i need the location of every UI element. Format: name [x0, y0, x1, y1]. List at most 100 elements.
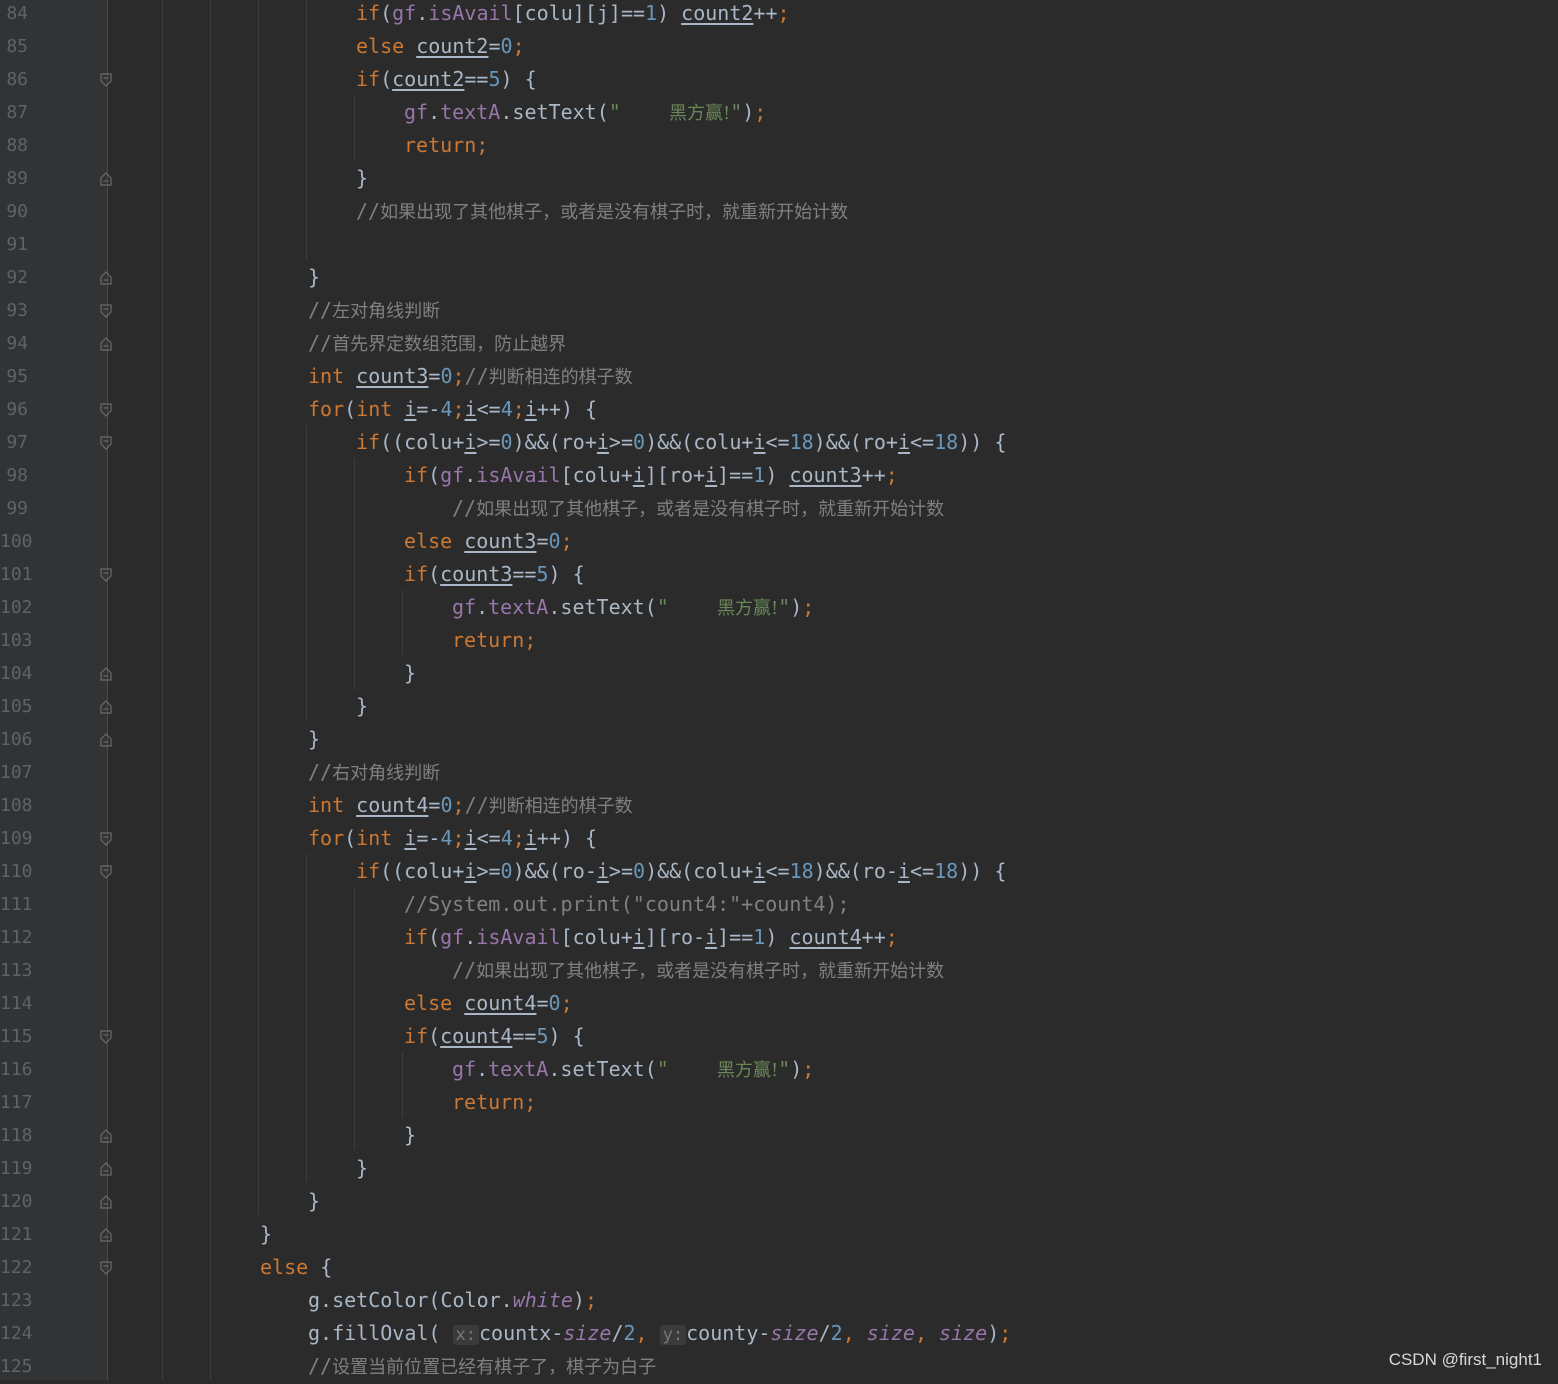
code-line[interactable]: int count4=0;//判断相连的棋子数: [308, 789, 633, 822]
code-token: ;: [802, 1057, 815, 1081]
code-token: ): [765, 925, 790, 949]
code-token: i: [897, 859, 911, 883]
code-token: for: [308, 397, 345, 421]
code-token: i: [897, 430, 911, 454]
code-line[interactable]: }: [356, 162, 368, 195]
line-number: 114: [0, 993, 33, 1014]
line-number: 95: [6, 366, 28, 387]
code-line[interactable]: }: [260, 1218, 272, 1251]
code-line[interactable]: gf.textA.setText(" 黑方赢!");: [452, 1053, 814, 1086]
line-number: 94: [6, 333, 28, 354]
code-token: if: [404, 925, 429, 949]
code-line[interactable]: else count3=0;: [404, 525, 573, 558]
code-line[interactable]: //如果出现了其他棋子，或者是没有棋子时，就重新开始计数: [452, 954, 944, 987]
code-token: 5: [536, 562, 549, 586]
indent-guide-line: [258, 0, 259, 1215]
code-token: ): [572, 1288, 585, 1312]
code-token: ): [790, 1057, 803, 1081]
code-line[interactable]: g.setColor(Color.white);: [308, 1284, 597, 1317]
code-token: =: [428, 364, 441, 388]
fold-close-icon[interactable]: [100, 337, 112, 351]
code-line[interactable]: }: [404, 657, 416, 690]
code-line[interactable]: //如果出现了其他棋子，或者是没有棋子时，就重新开始计数: [452, 492, 944, 525]
code-token: ): [790, 595, 803, 619]
code-line[interactable]: //如果出现了其他棋子，或者是没有棋子时，就重新开始计数: [356, 195, 848, 228]
code-line[interactable]: //System.out.print("count4:"+count4);: [404, 888, 850, 921]
line-number: 104: [0, 663, 33, 684]
code-line[interactable]: return;: [452, 1086, 536, 1119]
code-line[interactable]: if(count2==5) {: [356, 63, 537, 96]
code-line[interactable]: }: [308, 723, 320, 756]
code-line[interactable]: int count3=0;//判断相连的棋子数: [308, 360, 633, 393]
fold-close-icon[interactable]: [100, 172, 112, 186]
code-line[interactable]: if((colu+i>=0)&&(ro+i>=0)&&(colu+i<=18)&…: [356, 426, 1006, 459]
fold-close-icon[interactable]: [100, 1162, 112, 1176]
fold-close-icon[interactable]: [100, 700, 112, 714]
code-line[interactable]: for(int i=-4;i<=4;i++) {: [308, 393, 597, 426]
code-token: 0: [500, 430, 513, 454]
fold-open-icon[interactable]: [100, 304, 112, 318]
fold-close-icon[interactable]: [100, 271, 112, 285]
code-token: count2: [392, 67, 465, 91]
fold-close-icon[interactable]: [100, 667, 112, 681]
code-token: }: [356, 1156, 369, 1180]
code-line[interactable]: if(gf.isAvail[colu+i][ro-i]==1) count4++…: [404, 921, 898, 954]
code-token: ;: [452, 826, 465, 850]
fold-open-icon[interactable]: [100, 865, 112, 879]
code-line[interactable]: //设置当前位置已经有棋子了，棋子为白子: [308, 1350, 656, 1383]
fold-open-icon[interactable]: [100, 1261, 112, 1275]
fold-open-icon[interactable]: [100, 832, 112, 846]
code-token: ((colu+: [380, 430, 465, 454]
fold-close-icon[interactable]: [100, 1228, 112, 1242]
code-line[interactable]: }: [308, 261, 320, 294]
line-number: 86: [6, 69, 28, 90]
fold-close-icon[interactable]: [100, 1129, 112, 1143]
fold-close-icon[interactable]: [100, 733, 112, 747]
code-line[interactable]: gf.textA.setText(" 黑方赢!");: [404, 96, 766, 129]
code-line[interactable]: if((colu+i>=0)&&(ro-i>=0)&&(colu+i<=18)&…: [356, 855, 1006, 888]
code-token: else: [260, 1255, 321, 1279]
fold-close-icon[interactable]: [100, 1195, 112, 1209]
code-token: ((colu+: [380, 859, 465, 883]
code-line[interactable]: }: [356, 1152, 368, 1185]
code-token: ;: [885, 463, 898, 487]
code-token: (: [428, 562, 441, 586]
code-token: gf: [404, 100, 429, 124]
fold-open-icon[interactable]: [100, 1030, 112, 1044]
indent-guide-line: [306, 425, 307, 720]
code-line[interactable]: }: [308, 1185, 320, 1218]
code-token: gf: [440, 925, 465, 949]
code-token: ;: [584, 1288, 598, 1312]
code-line[interactable]: if(gf.isAvail[colu+i][ro+i]==1) count3++…: [404, 459, 898, 492]
code-line[interactable]: //首先界定数组范围，防止越界: [308, 327, 566, 360]
code-line[interactable]: for(int i=-4;i<=4;i++) {: [308, 822, 597, 855]
code-token: count2: [681, 1, 754, 25]
code-token: [colu+: [560, 463, 633, 487]
code-line[interactable]: //右对角线判断: [308, 756, 440, 789]
code-line[interactable]: if(count4==5) {: [404, 1020, 585, 1053]
fold-open-icon[interactable]: [100, 73, 112, 87]
code-line[interactable]: gf.textA.setText(" 黑方赢!");: [452, 591, 814, 624]
code-line[interactable]: else count4=0;: [404, 987, 573, 1020]
code-token: 18: [934, 859, 959, 883]
fold-open-icon[interactable]: [100, 568, 112, 582]
code-token: ;: [777, 1, 790, 25]
indent-guide-line: [402, 590, 403, 655]
code-line[interactable]: else count2=0;: [356, 30, 525, 63]
fold-open-icon[interactable]: [100, 403, 112, 417]
code-token: 如果出现了其他棋子，或者是没有棋子时，就重新开始计数: [476, 499, 945, 520]
line-number: 125: [0, 1356, 33, 1377]
code-line[interactable]: if(count3==5) {: [404, 558, 585, 591]
code-line[interactable]: }: [404, 1119, 416, 1152]
code-token: 设置当前位置已经有棋子了，棋子为白子: [332, 1357, 657, 1378]
code-line[interactable]: //左对角线判断: [308, 294, 440, 327]
code-line[interactable]: else {: [260, 1251, 332, 1284]
fold-open-icon[interactable]: [100, 436, 112, 450]
code-line[interactable]: }: [356, 690, 368, 723]
code-line[interactable]: return;: [404, 129, 488, 162]
code-line[interactable]: g.fillOval( x: countx-size/2, y: county-si…: [308, 1317, 1011, 1350]
code-line[interactable]: return;: [452, 624, 536, 657]
code-line[interactable]: if(gf.isAvail[colu][j]==1) count2++;: [356, 0, 790, 30]
code-token: count3: [464, 529, 537, 553]
line-number: 84: [6, 3, 28, 24]
